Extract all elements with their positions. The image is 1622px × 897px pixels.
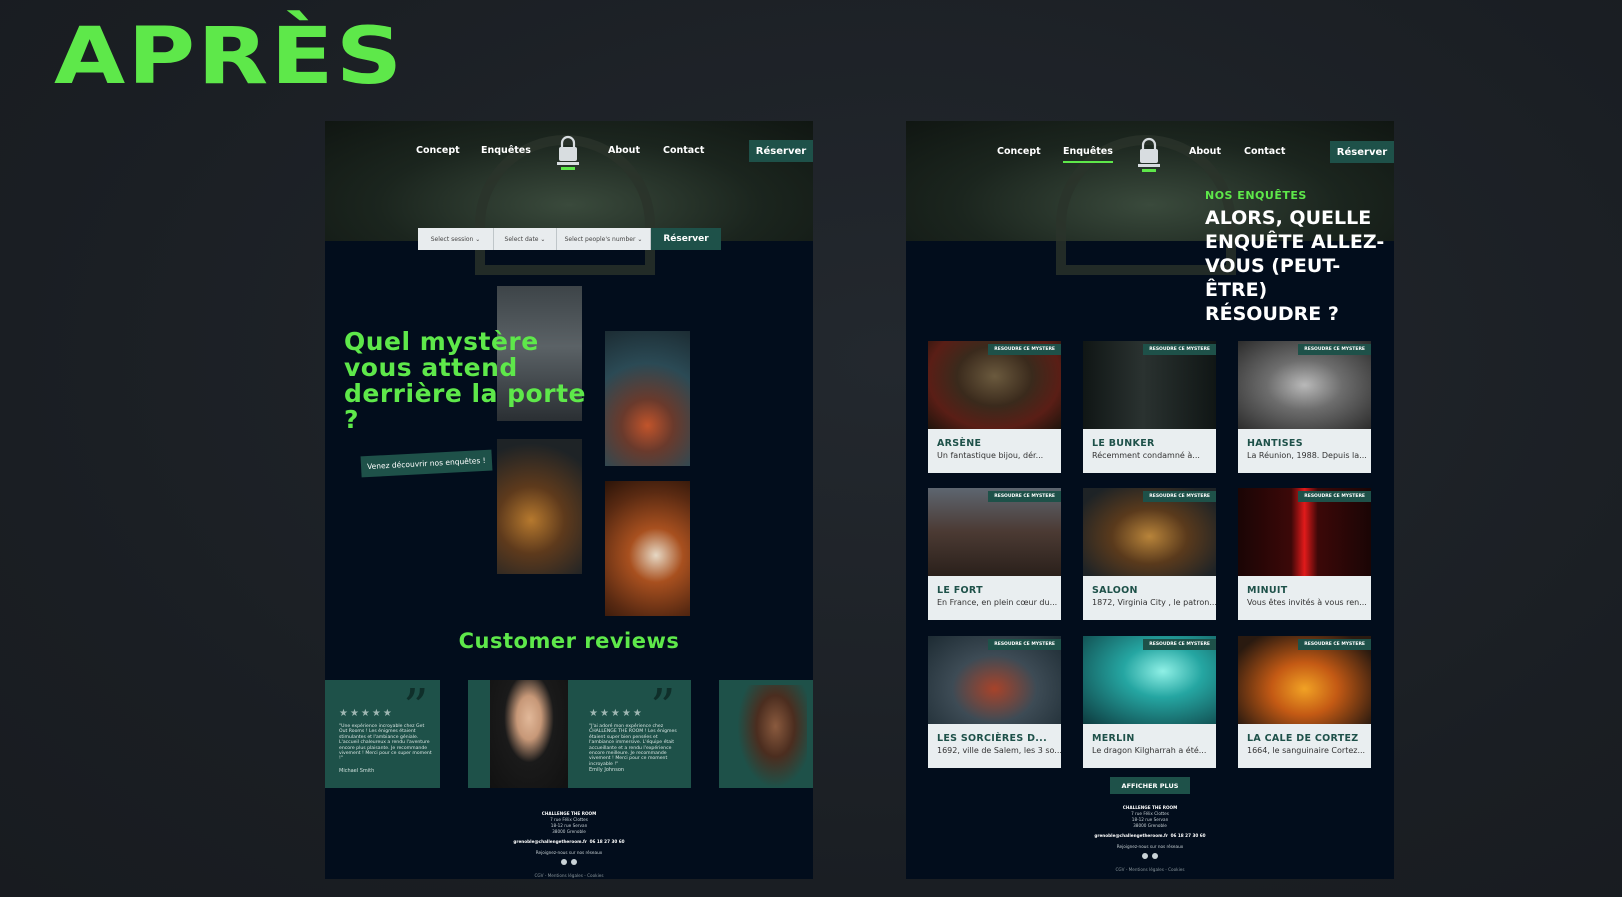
instagram-icon[interactable] [561,859,567,865]
logo-icon[interactable] [553,135,583,175]
footer-legal-links[interactable]: CGV - Mentions légales - Cookies [325,873,813,879]
solve-badge[interactable]: RESOUDRE CE MYSTERE [1298,639,1371,650]
card-title: MERLIN [1092,733,1135,744]
sorcerers-photo [605,331,690,466]
rating-stars: ★★★★★ [339,708,394,719]
solve-badge[interactable]: RESOUDRE CE MYSTERE [988,639,1061,650]
enquete-card[interactable]: RESOUDRE CE MYSTERE MINUIT Vous êtes inv… [1238,488,1371,620]
review-author: Michael Smith [339,768,375,774]
nav-enquetes[interactable]: Enquêtes [481,145,531,156]
card-description: 1664, le sanguinaire Cortez... [1247,746,1366,755]
footer-email[interactable]: grenoble@challengetheroom.fr [1094,833,1168,838]
show-more-button[interactable]: AFFICHER PLUS [1110,777,1190,794]
saloon-table-photo [497,439,582,574]
solve-badge[interactable]: RESOUDRE CE MYSTERE [1143,639,1216,650]
nav-contact[interactable]: Contact [663,145,704,156]
main-nav: Concept Enquêtes About Contact Réserver [325,135,813,170]
review-text: "J'ai adoré mon expérience chez CHALLENG… [589,724,677,767]
card-title: HANTISES [1247,438,1303,449]
card-description: Un fantastique bijou, dér... [937,451,1044,460]
solve-badge[interactable]: RESOUDRE CE MYSTERE [1298,491,1371,502]
main-nav: Concept Enquêtes About Contact Réserver [906,135,1394,172]
solve-badge[interactable]: RESOUDRE CE MYSTERE [1143,491,1216,502]
wanted-poster-photo [605,481,690,616]
review-card: ” ★★★★★ "J'ai adoré mon expérience chez … [468,680,691,788]
footer-follow-text: Rejoignez-nous sur nos réseaux [535,850,603,855]
review-author: Emily Johnson [589,767,625,773]
enquete-card[interactable]: RESOUDRE CE MYSTERE LA CALE DE CORTEZ 16… [1238,636,1371,768]
solve-badge[interactable]: RESOUDRE CE MYSTERE [988,491,1061,502]
footer-phone[interactable]: 06 18 27 30 60 [590,839,625,844]
people-select[interactable]: Select people's number ⌄ [557,228,651,250]
home-page-mockup: Concept Enquêtes About Contact Réserver … [325,121,813,879]
facebook-icon[interactable] [571,859,577,865]
card-description: Vous êtes invités à vous ren... [1247,598,1367,607]
reserve-button[interactable]: Réserver [1330,141,1394,163]
card-description: 1872, Virginia City , le patron... [1092,598,1217,607]
solve-badge[interactable]: RESOUDRE CE MYSTERE [1298,344,1371,355]
reviewer-avatar [490,680,568,788]
logo-icon[interactable] [1134,137,1164,177]
enquete-card[interactable]: RESOUDRE CE MYSTERE ARSÈNE Un fantastiqu… [928,341,1061,473]
hero-headline: Quel mystère vous attend derrière la por… [344,327,586,434]
footer-follow-text: Rejoignez-nous sur nos réseaux [1116,844,1184,849]
enquete-card[interactable]: RESOUDRE CE MYSTERE LES SORCIÈRES D... 1… [928,636,1062,768]
enquete-card[interactable]: RESOUDRE CE MYSTERE LE BUNKER Récemment … [1083,341,1216,473]
nav-enquetes[interactable]: Enquêtes [1063,146,1113,163]
session-select[interactable]: Select session ⌄ [418,228,494,250]
enquete-card[interactable]: RESOUDRE CE MYSTERE HANTISES La Réunion,… [1238,341,1371,473]
facebook-icon[interactable] [1152,853,1158,859]
solve-badge[interactable]: RESOUDRE CE MYSTERE [1143,344,1216,355]
booking-reserve-button[interactable]: Réserver [651,228,721,250]
booking-bar: Select session ⌄ Select date ⌄ Select pe… [418,228,721,250]
footer: CHALLENGE THE ROOM 7 rue Félix Clottes 1… [325,811,813,879]
solve-badge[interactable]: RESOUDRE CE MYSTERE [988,344,1061,355]
footer-address-line: 38000 Grenoble [1133,823,1167,828]
reviews-title: Customer reviews [458,629,680,653]
date-select[interactable]: Select date ⌄ [494,228,557,250]
footer: CHALLENGE THE ROOM 7 rue Félix Clottes 1… [906,805,1394,873]
discover-enquetes-button[interactable]: Venez découvrir nos enquêtes ! [360,449,493,478]
card-title: LE FORT [937,585,983,596]
rating-stars: ★★★★★ [589,708,644,719]
footer-phone[interactable]: 06 18 27 30 60 [1171,833,1206,838]
card-description: La Réunion, 1988. Depuis la... [1247,451,1367,460]
enquete-card[interactable]: RESOUDRE CE MYSTERE MERLIN Le dragon Kil… [1083,636,1216,768]
card-title: ARSÈNE [937,438,982,449]
card-description: 1692, ville de Salem, les 3 so... [937,746,1062,755]
page-heading: APRÈS [54,12,405,102]
nav-concept[interactable]: Concept [997,146,1041,157]
footer-legal-links[interactable]: CGV - Mentions légales - Cookies [906,867,1394,873]
card-title: MINUIT [1247,585,1288,596]
nav-contact[interactable]: Contact [1244,146,1285,157]
enquete-card[interactable]: RESOUDRE CE MYSTERE LE FORT En France, e… [928,488,1061,620]
card-description: Le dragon Kilgharrah a été... [1092,746,1207,755]
section-title: ALORS, QUELLE ENQUÊTE ALLEZ-VOUS (PEUT-Ê… [1205,207,1385,325]
nav-about[interactable]: About [1189,146,1221,157]
review-text: "Une expérience incroyable chez Get Out … [339,724,432,762]
nav-concept[interactable]: Concept [416,145,460,156]
card-description: En France, en plein cœur du... [937,598,1058,607]
card-description: Récemment condamné à... [1092,451,1200,460]
review-card [719,680,813,788]
card-title: SALOON [1092,585,1138,596]
card-title: LE BUNKER [1092,438,1155,449]
card-title: LA CALE DE CORTEZ [1247,733,1359,744]
footer-address-line: 38000 Grenoble [552,829,586,834]
section-kicker: NOS ENQUÊTES [1205,189,1307,202]
enquete-card[interactable]: RESOUDRE CE MYSTERE SALOON 1872, Virgini… [1083,488,1217,620]
card-title: LES SORCIÈRES D... [937,733,1047,744]
reserve-button[interactable]: Réserver [749,140,813,162]
review-card: ” ★★★★★ "Une expérience incroyable chez … [325,680,440,788]
footer-email[interactable]: grenoble@challengetheroom.fr [513,839,587,844]
enquetes-page-mockup: Concept Enquêtes About Contact Réserver … [906,121,1394,879]
instagram-icon[interactable] [1142,853,1148,859]
nav-about[interactable]: About [608,145,640,156]
reviewer-avatar [737,685,807,788]
